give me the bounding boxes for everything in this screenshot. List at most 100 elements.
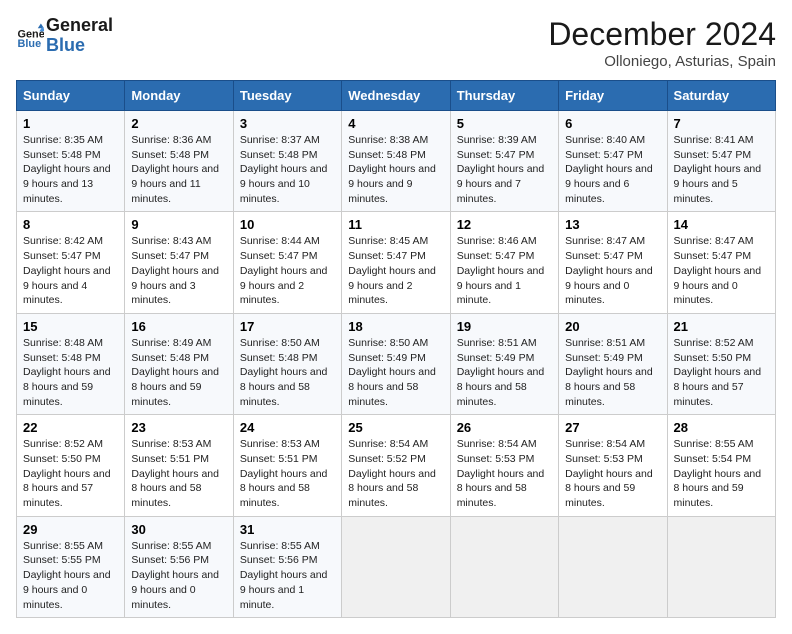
day-info: Sunrise: 8:52 AMSunset: 5:50 PMDaylight … [674,336,769,409]
day-info: Sunrise: 8:43 AMSunset: 5:47 PMDaylight … [131,234,226,307]
day-info: Sunrise: 8:44 AMSunset: 5:47 PMDaylight … [240,234,335,307]
day-number: 20 [565,319,660,334]
calendar-cell: 17 Sunrise: 8:50 AMSunset: 5:48 PMDayligh… [233,313,341,414]
day-info: Sunrise: 8:42 AMSunset: 5:47 PMDaylight … [23,234,118,307]
day-number: 21 [674,319,769,334]
day-info: Sunrise: 8:50 AMSunset: 5:48 PMDaylight … [240,336,335,409]
calendar-cell: 5 Sunrise: 8:39 AMSunset: 5:47 PMDaylight… [450,111,558,212]
day-number: 19 [457,319,552,334]
calendar-cell: 31 Sunrise: 8:55 AMSunset: 5:56 PMDayligh… [233,516,341,617]
day-info: Sunrise: 8:39 AMSunset: 5:47 PMDaylight … [457,133,552,206]
day-number: 22 [23,420,118,435]
day-info: Sunrise: 8:54 AMSunset: 5:53 PMDaylight … [565,437,660,510]
day-number: 5 [457,116,552,131]
calendar-cell: 7 Sunrise: 8:41 AMSunset: 5:47 PMDaylight… [667,111,775,212]
day-number: 31 [240,522,335,537]
day-number: 28 [674,420,769,435]
day-number: 15 [23,319,118,334]
calendar-cell: 16Sunrise: 8:49 AMSunset: 5:48 PMDayligh… [125,313,233,414]
day-number: 26 [457,420,552,435]
day-info: Sunrise: 8:41 AMSunset: 5:47 PMDaylight … [674,133,769,206]
day-info: Sunrise: 8:54 AMSunset: 5:52 PMDaylight … [348,437,443,510]
calendar-cell: 11 Sunrise: 8:45 AMSunset: 5:47 PMDayligh… [342,212,450,313]
day-number: 2 [131,116,226,131]
day-number: 6 [565,116,660,131]
day-info: Sunrise: 8:48 AMSunset: 5:48 PMDaylight … [23,336,118,409]
day-number: 24 [240,420,335,435]
calendar-cell: 26 Sunrise: 8:54 AMSunset: 5:53 PMDayligh… [450,415,558,516]
day-info: Sunrise: 8:45 AMSunset: 5:47 PMDaylight … [348,234,443,307]
logo: General Blue General Blue [16,16,113,56]
calendar-cell: 24 Sunrise: 8:53 AMSunset: 5:51 PMDayligh… [233,415,341,516]
weekday-header-sunday: Sunday [17,81,125,111]
calendar-cell: 12Sunrise: 8:46 AMSunset: 5:47 PMDayligh… [450,212,558,313]
day-info: Sunrise: 8:55 AMSunset: 5:56 PMDaylight … [131,539,226,612]
day-number: 17 [240,319,335,334]
day-info: Sunrise: 8:55 AMSunset: 5:56 PMDaylight … [240,539,335,612]
logo-general: General [46,16,113,36]
day-info: Sunrise: 8:54 AMSunset: 5:53 PMDaylight … [457,437,552,510]
calendar-cell: 23Sunrise: 8:53 AMSunset: 5:51 PMDayligh… [125,415,233,516]
day-info: Sunrise: 8:55 AMSunset: 5:55 PMDaylight … [23,539,118,612]
calendar-cell: 10 Sunrise: 8:44 AMSunset: 5:47 PMDayligh… [233,212,341,313]
day-info: Sunrise: 8:53 AMSunset: 5:51 PMDaylight … [131,437,226,510]
month-title: December 2024 [548,16,776,53]
logo-icon: General Blue [16,22,44,50]
logo-blue: Blue [46,36,113,56]
title-block: December 2024 Olloniego, Asturias, Spain [548,16,776,70]
calendar-cell: 13 Sunrise: 8:47 AMSunset: 5:47 PMDayligh… [559,212,667,313]
calendar-cell: 9 Sunrise: 8:43 AMSunset: 5:47 PMDaylight… [125,212,233,313]
day-number: 16 [131,319,226,334]
day-number: 30 [131,522,226,537]
page-header: General Blue General Blue December 2024 … [16,16,776,70]
calendar-cell: 30 Sunrise: 8:55 AMSunset: 5:56 PMDayligh… [125,516,233,617]
calendar-cell: 27 Sunrise: 8:54 AMSunset: 5:53 PMDayligh… [559,415,667,516]
calendar-cell: 1Sunrise: 8:35 AMSunset: 5:48 PMDaylight… [17,111,125,212]
calendar-cell: 8 Sunrise: 8:42 AMSunset: 5:47 PMDaylight… [17,212,125,313]
calendar-cell: 18Sunrise: 8:50 AMSunset: 5:49 PMDayligh… [342,313,450,414]
day-number: 27 [565,420,660,435]
day-number: 13 [565,217,660,232]
day-number: 9 [131,217,226,232]
day-info: Sunrise: 8:38 AMSunset: 5:48 PMDaylight … [348,133,443,206]
calendar-cell: 19 Sunrise: 8:51 AMSunset: 5:49 PMDayligh… [450,313,558,414]
location: Olloniego, Asturias, Spain [548,53,776,70]
day-info: Sunrise: 8:51 AMSunset: 5:49 PMDaylight … [565,336,660,409]
day-number: 12 [457,217,552,232]
day-info: Sunrise: 8:37 AMSunset: 5:48 PMDaylight … [240,133,335,206]
calendar-cell: 14Sunrise: 8:47 AMSunset: 5:47 PMDayligh… [667,212,775,313]
calendar-cell: 6 Sunrise: 8:40 AMSunset: 5:47 PMDaylight… [559,111,667,212]
calendar-cell: 2 Sunrise: 8:36 AMSunset: 5:48 PMDaylight… [125,111,233,212]
day-number: 25 [348,420,443,435]
day-number: 14 [674,217,769,232]
day-number: 10 [240,217,335,232]
day-info: Sunrise: 8:35 AMSunset: 5:48 PMDaylight … [23,133,118,206]
calendar-cell: 28Sunrise: 8:55 AMSunset: 5:54 PMDayligh… [667,415,775,516]
calendar-cell: 15 Sunrise: 8:48 AMSunset: 5:48 PMDayligh… [17,313,125,414]
day-info: Sunrise: 8:36 AMSunset: 5:48 PMDaylight … [131,133,226,206]
weekday-header-tuesday: Tuesday [233,81,341,111]
calendar-cell [559,516,667,617]
svg-text:Blue: Blue [18,38,42,50]
weekday-header-saturday: Saturday [667,81,775,111]
weekday-header-friday: Friday [559,81,667,111]
calendar-cell: 25 Sunrise: 8:54 AMSunset: 5:52 PMDayligh… [342,415,450,516]
day-number: 11 [348,217,443,232]
day-info: Sunrise: 8:52 AMSunset: 5:50 PMDaylight … [23,437,118,510]
calendar-cell: 20 Sunrise: 8:51 AMSunset: 5:49 PMDayligh… [559,313,667,414]
day-number: 29 [23,522,118,537]
weekday-header-monday: Monday [125,81,233,111]
calendar-cell: 22 Sunrise: 8:52 AMSunset: 5:50 PMDayligh… [17,415,125,516]
day-info: Sunrise: 8:47 AMSunset: 5:47 PMDaylight … [565,234,660,307]
day-number: 4 [348,116,443,131]
day-number: 8 [23,217,118,232]
day-info: Sunrise: 8:40 AMSunset: 5:47 PMDaylight … [565,133,660,206]
day-number: 18 [348,319,443,334]
calendar-cell [667,516,775,617]
day-number: 3 [240,116,335,131]
weekday-header-wednesday: Wednesday [342,81,450,111]
calendar-cell [342,516,450,617]
day-info: Sunrise: 8:53 AMSunset: 5:51 PMDaylight … [240,437,335,510]
day-number: 7 [674,116,769,131]
day-info: Sunrise: 8:51 AMSunset: 5:49 PMDaylight … [457,336,552,409]
